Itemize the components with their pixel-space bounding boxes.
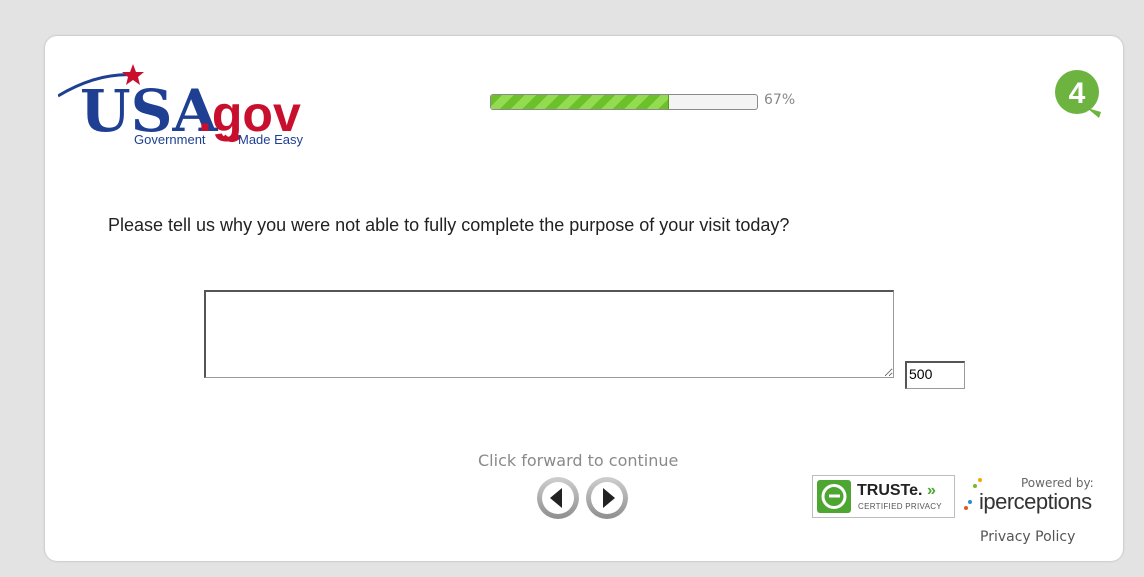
truste-seal[interactable]: TRUSTe. » CERTIFIED PRIVACY xyxy=(812,475,955,518)
truste-arrows: » xyxy=(926,482,936,499)
answer-textarea[interactable] xyxy=(204,290,894,378)
q4-badge: 4 xyxy=(1053,68,1109,124)
survey-question: Please tell us why you were not able to … xyxy=(108,215,790,235)
logo-tagline-left: Government xyxy=(134,132,206,147)
character-counter: 500 xyxy=(905,361,965,389)
arrow-left-icon xyxy=(537,477,579,519)
q4-badge-text: 4 xyxy=(1069,77,1086,110)
progress-fill xyxy=(491,95,670,109)
truste-name: TRUSTe. xyxy=(857,482,923,499)
privacy-policy-link[interactable]: Privacy Policy xyxy=(980,529,1075,545)
continue-prompt: Click forward to continue xyxy=(478,451,679,470)
progress-percent: 67% xyxy=(764,92,796,108)
logo-tagline-right: Made Easy xyxy=(238,132,304,147)
arrow-right-icon xyxy=(586,477,628,519)
progress-bar xyxy=(490,94,758,110)
iperceptions-logo: iperceptions xyxy=(979,489,1092,514)
truste-certification: CERTIFIED PRIVACY xyxy=(858,502,942,511)
powered-by-label: Powered by: xyxy=(1021,476,1094,490)
usa-gov-logo: USA .gov Government Made Easy xyxy=(58,60,343,152)
truste-logo-icon xyxy=(817,480,851,513)
forward-button[interactable] xyxy=(585,476,629,520)
back-button[interactable] xyxy=(536,476,580,520)
